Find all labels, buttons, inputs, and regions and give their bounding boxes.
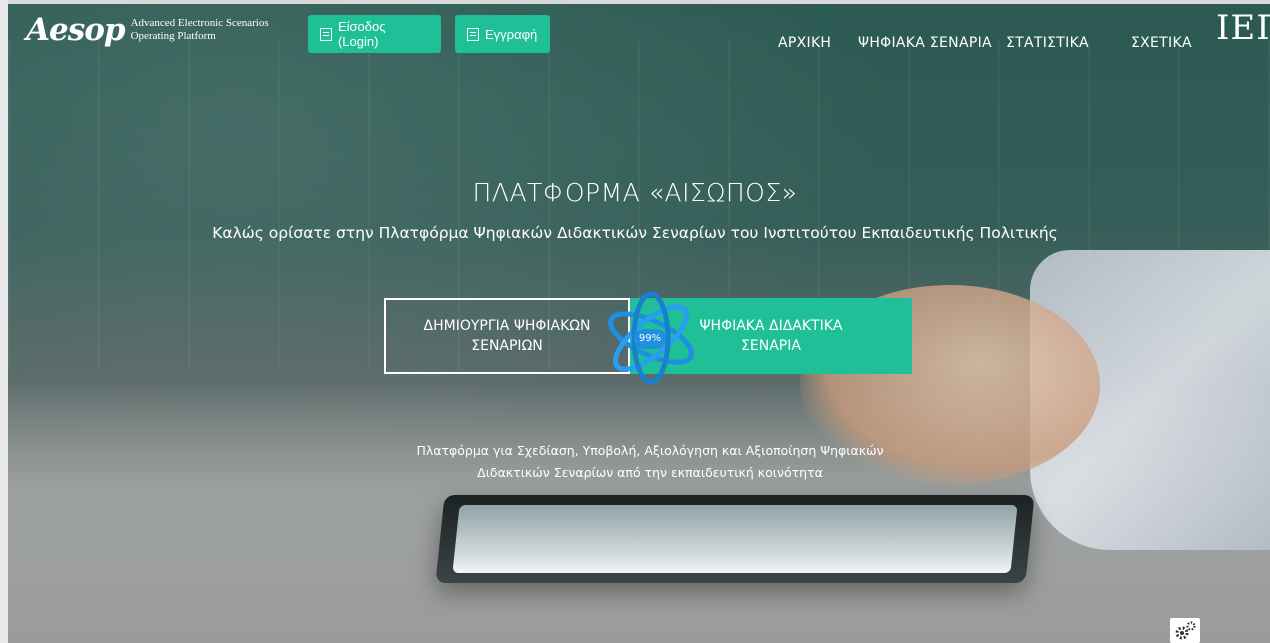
description-line2: Διδακτικών Σεναρίων από την εκπαιδευτική… (477, 465, 823, 480)
login-button[interactable]: Είσοδος (Login) (308, 15, 441, 53)
nav-statistics[interactable]: ΣΤΑΤΙΣΤΙΚΑ (1006, 35, 1089, 51)
top-border (8, 0, 1270, 4)
register-button[interactable]: Εγγραφή (455, 15, 550, 53)
gears-icon-svg (1175, 621, 1196, 640)
logo-wordmark: Aesop (26, 12, 126, 48)
page: Aesop Advanced Electronic Scenarios Oper… (0, 0, 1270, 643)
page-title: ΠΛΑΤΦΟΡΜΑ «ΑΙΣΩΠΟΣ» (472, 178, 798, 207)
loader-percent: 99% (634, 329, 666, 349)
tablet-image (435, 495, 1035, 583)
nav-home[interactable]: ΑΡΧΙΚΗ (778, 35, 831, 51)
create-scenarios-label: ΔΗΜΙΟΥΡΓΙΑ ΨΗΦΙΑΚΩΝ ΣΕΝΑΡΙΩΝ (423, 318, 591, 354)
aesop-logo[interactable]: Aesop Advanced Electronic Scenarios Oper… (26, 12, 269, 48)
gears-icon[interactable] (1170, 618, 1200, 643)
nav-about[interactable]: ΣΧΕΤΙΚΑ (1131, 35, 1192, 51)
tablet-screen (452, 505, 1018, 573)
login-button-label: Είσοδος (Login) (337, 19, 386, 49)
browse-scenarios-label: ΨΗΦΙΑΚΑ ΔΙΔΑΚΤΙΚΑ ΣΕΝΑΡΙΑ (699, 318, 843, 354)
nav-digital-scenarios[interactable]: ΨΗΦΙΑΚΑ ΣΕΝΑΡΙΑ (858, 35, 992, 51)
platform-description: Πλατφόρμα για Σχεδίαση, Υποβολή, Αξιολόγ… (0, 440, 1270, 484)
logo-tagline: Advanced Electronic Scenarios Operating … (131, 17, 269, 43)
register-button-label: Εγγραφή (485, 26, 538, 42)
document-icon (320, 27, 332, 41)
left-border (0, 0, 8, 643)
page-subtitle: Καλώς ορίσατε στην Πλατφόρμα Ψηφιακών Δι… (212, 224, 1058, 242)
logo-tagline-line2: Operating Platform (130, 30, 216, 42)
create-scenarios-button[interactable]: ΔΗΜΙΟΥΡΓΙΑ ΨΗΦΙΑΚΩΝ ΣΕΝΑΡΙΩΝ (384, 298, 630, 374)
description-line1: Πλατφόρμα για Σχεδίαση, Υποβολή, Αξιολόγ… (416, 443, 884, 458)
document-icon (467, 27, 479, 41)
logo-tagline-line1: Advanced Electronic Scenarios (130, 17, 269, 29)
iep-logo[interactable]: ΙΕΠ (1216, 8, 1270, 48)
